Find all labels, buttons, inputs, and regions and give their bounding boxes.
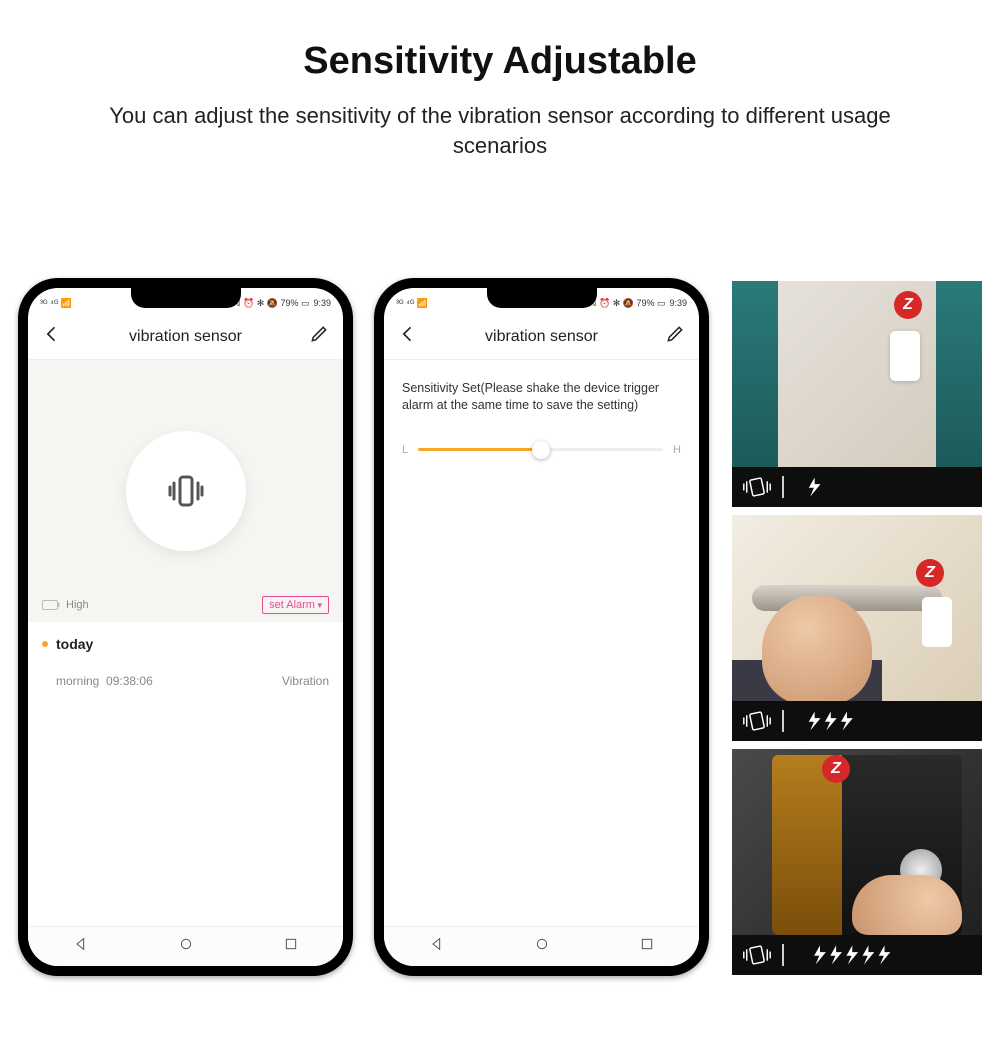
set-alarm-dropdown[interactable]: set Alarm bbox=[262, 596, 329, 614]
battery-label: High bbox=[66, 599, 89, 611]
intensity-bolts bbox=[794, 944, 934, 966]
entry-period: morning bbox=[56, 674, 99, 688]
scenario-strip bbox=[732, 467, 982, 507]
edit-button[interactable] bbox=[309, 324, 329, 349]
scenario-window: Z bbox=[732, 281, 982, 507]
sensor-device-icon bbox=[922, 597, 952, 647]
phone-sensitivity: ³ᴳ ⁴ᴳ 📶 ℕ ⏰ ✻ 🔕 79% ▭ 9:39 vibration sen… bbox=[374, 278, 709, 976]
log-heading-text: today bbox=[56, 636, 93, 652]
entry-type: Vibration bbox=[282, 674, 329, 688]
sensor-status-panel: High set Alarm bbox=[28, 360, 343, 622]
dot-icon bbox=[42, 641, 48, 647]
sensitivity-description: Sensitivity Set(Please shake the device … bbox=[402, 380, 681, 414]
app-bar: vibration sensor bbox=[28, 314, 343, 360]
slider-thumb[interactable] bbox=[532, 441, 550, 459]
zigbee-badge-icon: Z bbox=[894, 291, 922, 319]
log-entry[interactable]: morning 09:38:06 Vibration bbox=[42, 674, 329, 688]
screen-title: vibration sensor bbox=[418, 328, 665, 346]
page-heading: Sensitivity Adjustable bbox=[0, 40, 1000, 83]
android-nav-bar bbox=[384, 926, 699, 966]
app-bar: vibration sensor bbox=[384, 314, 699, 360]
edit-button[interactable] bbox=[665, 324, 685, 349]
status-time: 9:39 bbox=[669, 298, 687, 308]
slider-min-label: L bbox=[402, 444, 408, 456]
scenario-column: Z Z bbox=[732, 281, 982, 975]
slider-fill bbox=[418, 448, 540, 451]
zigbee-badge-icon: Z bbox=[916, 559, 944, 587]
nav-home-icon[interactable] bbox=[534, 936, 550, 957]
status-network: ³ᴳ ⁴ᴳ 📶 bbox=[396, 298, 428, 309]
sensitivity-slider[interactable]: L H bbox=[402, 444, 681, 456]
status-indicators: ℕ ⏰ ✻ 🔕 79% ▭ bbox=[233, 298, 309, 309]
back-button[interactable] bbox=[398, 324, 418, 349]
status-time: 9:39 bbox=[313, 298, 331, 308]
screen-title: vibration sensor bbox=[62, 328, 309, 346]
scenario-safe: Z bbox=[732, 749, 982, 975]
intensity-bolts bbox=[794, 710, 894, 732]
slider-track[interactable] bbox=[418, 448, 663, 451]
scenario-strip bbox=[732, 701, 982, 741]
nav-back-icon[interactable] bbox=[73, 936, 89, 957]
phone-notch bbox=[131, 288, 241, 308]
nav-back-icon[interactable] bbox=[429, 936, 445, 957]
slider-max-label: H bbox=[673, 444, 681, 456]
scenario-door-handle: Z bbox=[732, 515, 982, 741]
log-heading: today bbox=[42, 636, 329, 652]
sensor-device-icon bbox=[890, 331, 920, 381]
back-button[interactable] bbox=[42, 324, 62, 349]
zigbee-badge-icon: Z bbox=[822, 755, 850, 783]
entry-time: 09:38:06 bbox=[106, 674, 153, 688]
intensity-bolts bbox=[794, 476, 894, 498]
vibration-icon bbox=[742, 944, 772, 966]
nav-recent-icon[interactable] bbox=[639, 936, 655, 957]
event-log: today morning 09:38:06 Vibration bbox=[28, 622, 343, 702]
phone-overview: ³ᴳ ⁴ᴳ 📶 ℕ ⏰ ✻ 🔕 79% ▭ 9:39 vibration sen… bbox=[18, 278, 353, 976]
vibration-icon bbox=[742, 476, 772, 498]
android-nav-bar bbox=[28, 926, 343, 966]
nav-home-icon[interactable] bbox=[178, 936, 194, 957]
status-network: ³ᴳ ⁴ᴳ 📶 bbox=[40, 298, 72, 309]
status-indicators: ℕ ⏰ ✻ 🔕 79% ▭ bbox=[589, 298, 665, 309]
scenario-strip bbox=[732, 935, 982, 975]
vibration-sensor-icon bbox=[126, 431, 246, 551]
nav-recent-icon[interactable] bbox=[283, 936, 299, 957]
vibration-icon bbox=[742, 710, 772, 732]
phone-notch bbox=[487, 288, 597, 308]
page-subheading: You can adjust the sensitivity of the vi… bbox=[80, 101, 920, 160]
battery-status: High bbox=[42, 596, 89, 614]
